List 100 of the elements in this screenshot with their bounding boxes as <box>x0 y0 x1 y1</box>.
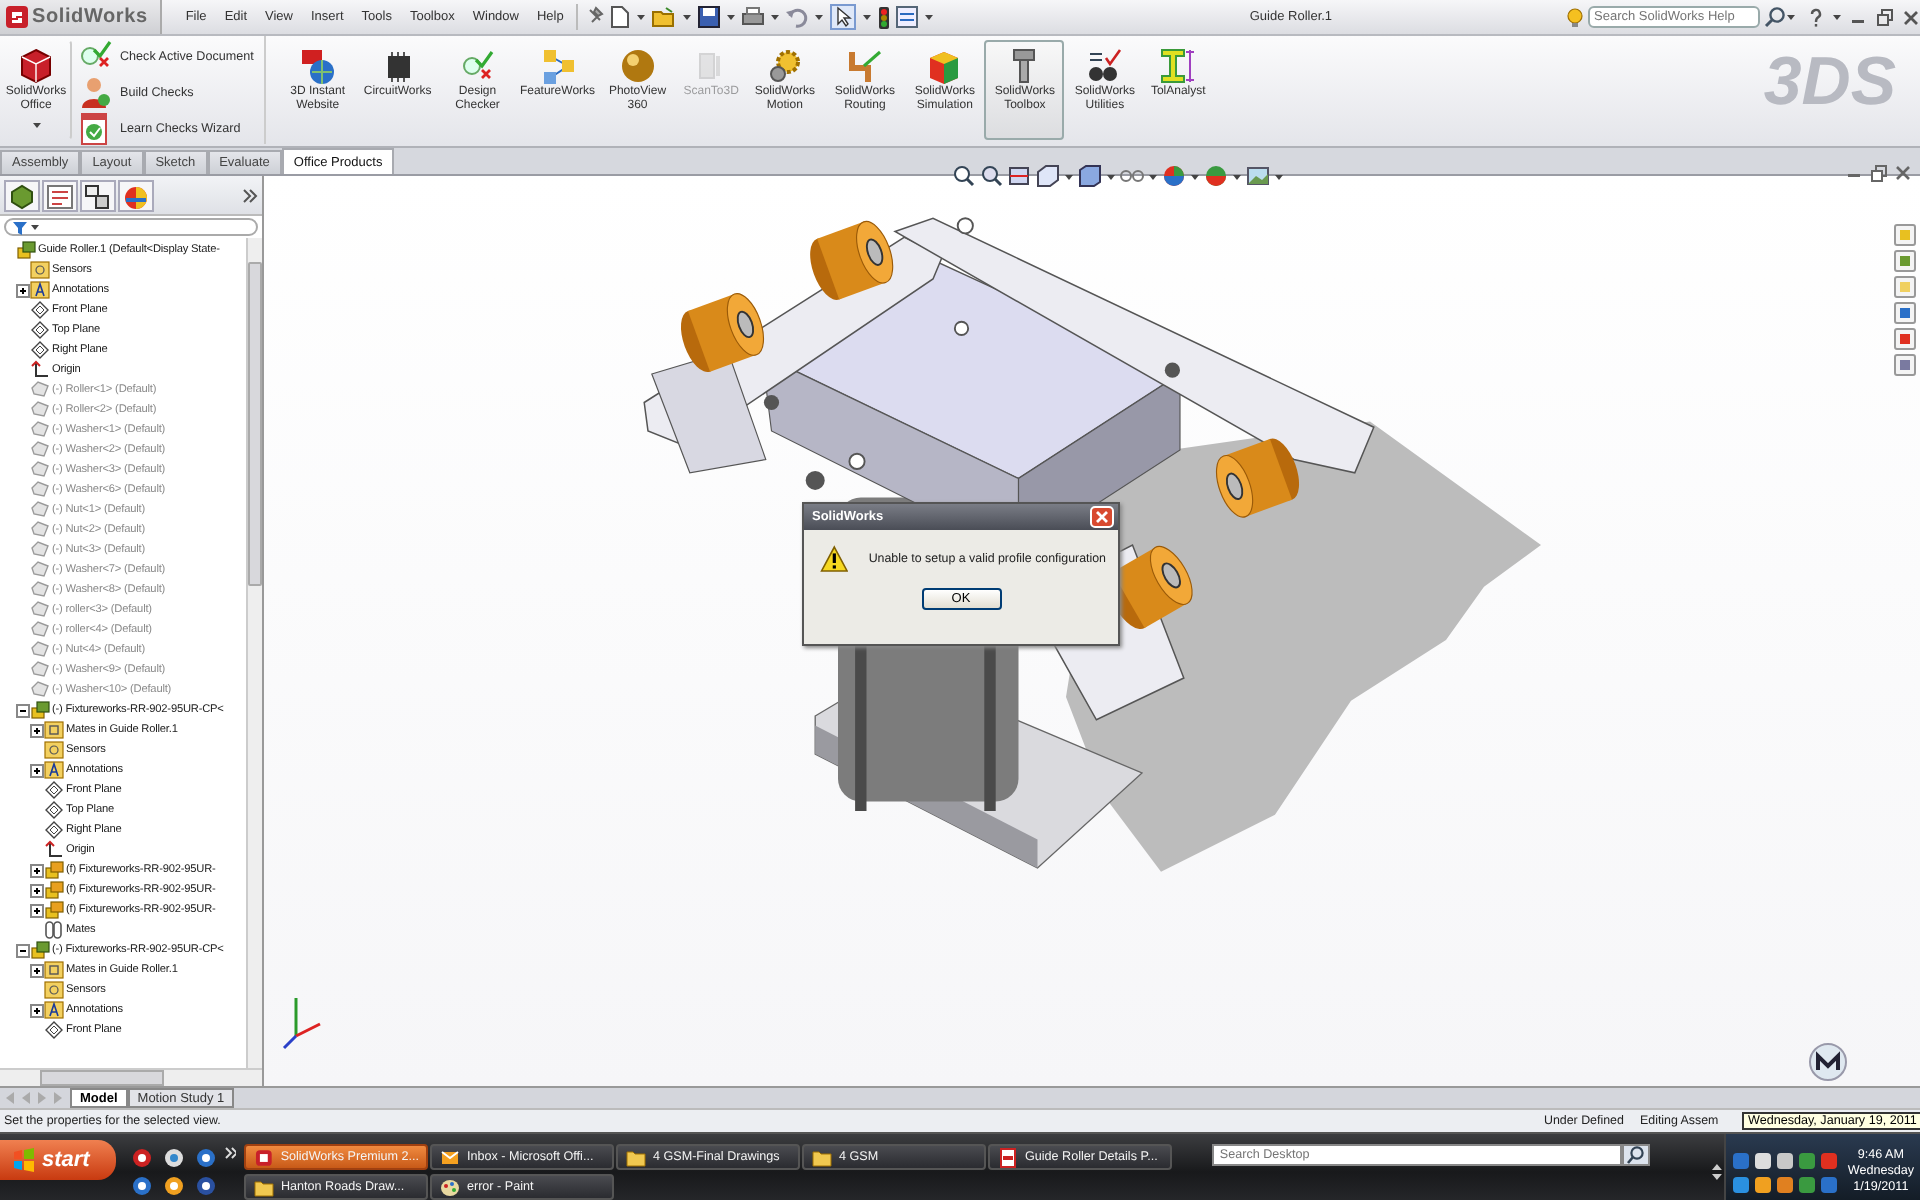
expand-toggle[interactable] <box>30 883 44 897</box>
sphere-icon <box>619 48 656 84</box>
help-icon[interactable] <box>1808 7 1824 27</box>
mates-folder-icon <box>44 960 64 980</box>
launch-icon[interactable] <box>131 1176 152 1196</box>
scrollbar-thumb[interactable] <box>40 1070 164 1086</box>
magnifier-icon[interactable] <box>952 164 976 188</box>
plane-icon <box>44 1020 64 1040</box>
task-pane-tab[interactable] <box>1894 302 1916 324</box>
expand-toggle[interactable] <box>30 763 44 777</box>
traffic-light-icon[interactable] <box>877 5 890 29</box>
i-beam-icon <box>1160 48 1197 84</box>
search-button[interactable] <box>1621 1144 1650 1166</box>
check-and-cross-icon <box>459 48 496 84</box>
color-ball-icon[interactable] <box>1204 164 1228 188</box>
origin-icon <box>30 360 50 380</box>
appearance-tab-icon <box>122 183 150 209</box>
print-icon[interactable] <box>741 6 764 28</box>
double-chevron-icon[interactable] <box>242 187 258 203</box>
magnifier-icon[interactable] <box>980 164 1004 188</box>
plane-icon <box>30 300 50 320</box>
close-button[interactable] <box>1090 506 1114 528</box>
document-check-icon <box>78 112 112 146</box>
task-pane-tab[interactable] <box>1894 328 1916 350</box>
round-badge-icon[interactable] <box>1808 1042 1848 1082</box>
windows-flag-icon <box>12 1148 36 1172</box>
folder-icon <box>44 980 64 1000</box>
view-orientation-icon[interactable] <box>1036 164 1060 188</box>
annotation-icon <box>44 760 64 780</box>
start-button[interactable]: start <box>0 1140 116 1180</box>
binoculars-icon <box>1086 48 1123 84</box>
origin-icon <box>44 840 64 860</box>
plane-icon <box>30 340 50 360</box>
warning-icon <box>820 542 849 576</box>
expand-toggle[interactable] <box>30 1003 44 1017</box>
pipe-icon <box>846 48 883 84</box>
axis-triad-icon <box>280 992 324 1052</box>
lightbulb-icon <box>1566 7 1584 27</box>
mail-icon <box>440 1147 461 1167</box>
expand-toggle[interactable] <box>30 863 44 877</box>
pointer-icon <box>833 6 852 28</box>
landscape-icon[interactable] <box>1246 164 1270 188</box>
colored-cube-icon <box>926 48 963 84</box>
folder-icon <box>626 1147 647 1167</box>
folder-icon[interactable] <box>651 6 676 28</box>
configuration-tab[interactable] <box>80 179 116 211</box>
select-button[interactable] <box>829 4 856 30</box>
pin-icon[interactable] <box>585 6 604 28</box>
glasses-icon[interactable] <box>1120 164 1144 188</box>
launch-icon[interactable] <box>131 1148 152 1168</box>
assembly-icon <box>16 240 36 260</box>
launch-icon[interactable] <box>195 1176 216 1196</box>
task-pane-tab[interactable] <box>1894 276 1916 298</box>
new-document-icon[interactable] <box>609 6 630 28</box>
task-pane-tab[interactable] <box>1894 250 1916 272</box>
app-name: SolidWorks <box>32 6 148 28</box>
section-view-icon[interactable] <box>1008 164 1032 188</box>
expand-toggle[interactable] <box>16 943 30 957</box>
launch-icon[interactable] <box>195 1148 216 1168</box>
launch-icon[interactable] <box>163 1176 184 1196</box>
restore-icon[interactable] <box>1876 7 1894 27</box>
close-icon[interactable] <box>1894 164 1912 182</box>
property-tab-icon <box>46 183 74 209</box>
mates-folder-icon <box>44 720 64 740</box>
close-icon[interactable] <box>1902 7 1920 27</box>
search-icon[interactable] <box>1764 6 1786 28</box>
expand-toggle[interactable] <box>30 963 44 977</box>
application-icon <box>254 1147 275 1167</box>
paperclip-icon <box>44 920 64 940</box>
launch-icon[interactable] <box>163 1148 184 1168</box>
restore-icon[interactable] <box>1870 164 1888 182</box>
arrows-icon[interactable] <box>1709 1162 1724 1182</box>
options-icon[interactable] <box>895 6 918 28</box>
logo-icon <box>6 6 28 28</box>
search-icon <box>1626 1146 1645 1164</box>
horizontal-scrollbar[interactable] <box>0 1068 262 1086</box>
scrollbar-thumb[interactable] <box>248 262 262 586</box>
plane-icon <box>44 800 64 820</box>
person-icon <box>78 76 112 110</box>
expand-toggle[interactable] <box>30 903 44 917</box>
paint-palette-icon <box>440 1177 461 1197</box>
expand-toggle[interactable] <box>30 723 44 737</box>
display-style-icon[interactable] <box>1078 164 1102 188</box>
property-tab[interactable] <box>42 179 78 211</box>
task-pane-tab[interactable] <box>1894 354 1916 376</box>
appearance-tab[interactable] <box>118 179 154 211</box>
vertical-scrollbar[interactable] <box>246 238 262 1068</box>
cube-icon <box>18 48 54 84</box>
globe-icon <box>299 48 336 84</box>
color-ball-icon[interactable] <box>1162 164 1186 188</box>
assembly-icon <box>30 940 50 960</box>
task-pane-tab[interactable] <box>1894 224 1916 246</box>
expand-toggle[interactable] <box>16 703 30 717</box>
folder-icon <box>812 1147 833 1167</box>
expand-toggle[interactable] <box>16 283 30 297</box>
plane-icon <box>30 320 50 340</box>
save-icon[interactable] <box>697 6 720 28</box>
node-graph-icon <box>539 48 576 84</box>
feature-tree-tab[interactable] <box>4 179 40 211</box>
folder-icon <box>254 1177 275 1197</box>
